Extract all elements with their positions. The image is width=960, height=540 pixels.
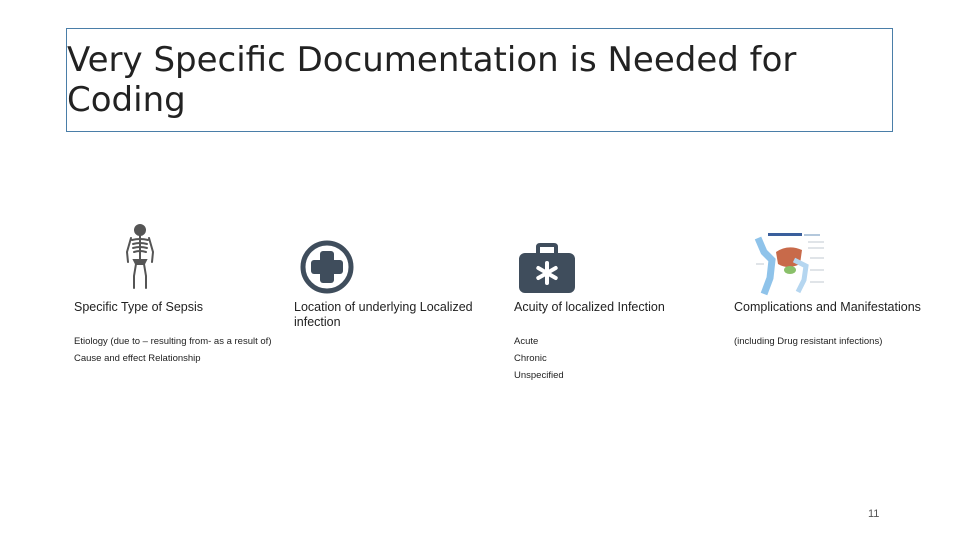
column-items: (including Drug resistant infections) — [734, 336, 934, 353]
medical-kit-icon — [519, 243, 575, 293]
page-number: 11 — [868, 508, 880, 520]
anatomy-diagram-icon — [754, 230, 826, 296]
column-items: Acute Chronic Unspecified — [514, 336, 714, 387]
column-heading: Acuity of localized Infection — [514, 300, 665, 314]
medical-cross-icon — [300, 240, 354, 294]
column-heading: Specific Type of Sepsis — [74, 300, 204, 314]
list-item: Unspecified — [514, 370, 564, 381]
title-box: Very Specific Documentation is Needed fo… — [66, 28, 893, 132]
list-item: Etiology (due to – resulting from- as a … — [74, 336, 272, 347]
list-item: Cause and effect Relationship — [74, 353, 201, 364]
column-items: Etiology (due to – resulting from- as a … — [74, 336, 274, 370]
column-heading: Location of underlying Localized infecti… — [294, 300, 473, 329]
list-item: Acute — [514, 336, 539, 347]
list-item: Chronic — [514, 353, 547, 364]
list-item: (including Drug resistant infections) — [734, 336, 883, 347]
skeleton-icon — [125, 224, 155, 289]
slide-title: Very Specific Documentation is Needed fo… — [67, 40, 797, 120]
column-heading: Complications and Manifestations — [734, 300, 921, 314]
